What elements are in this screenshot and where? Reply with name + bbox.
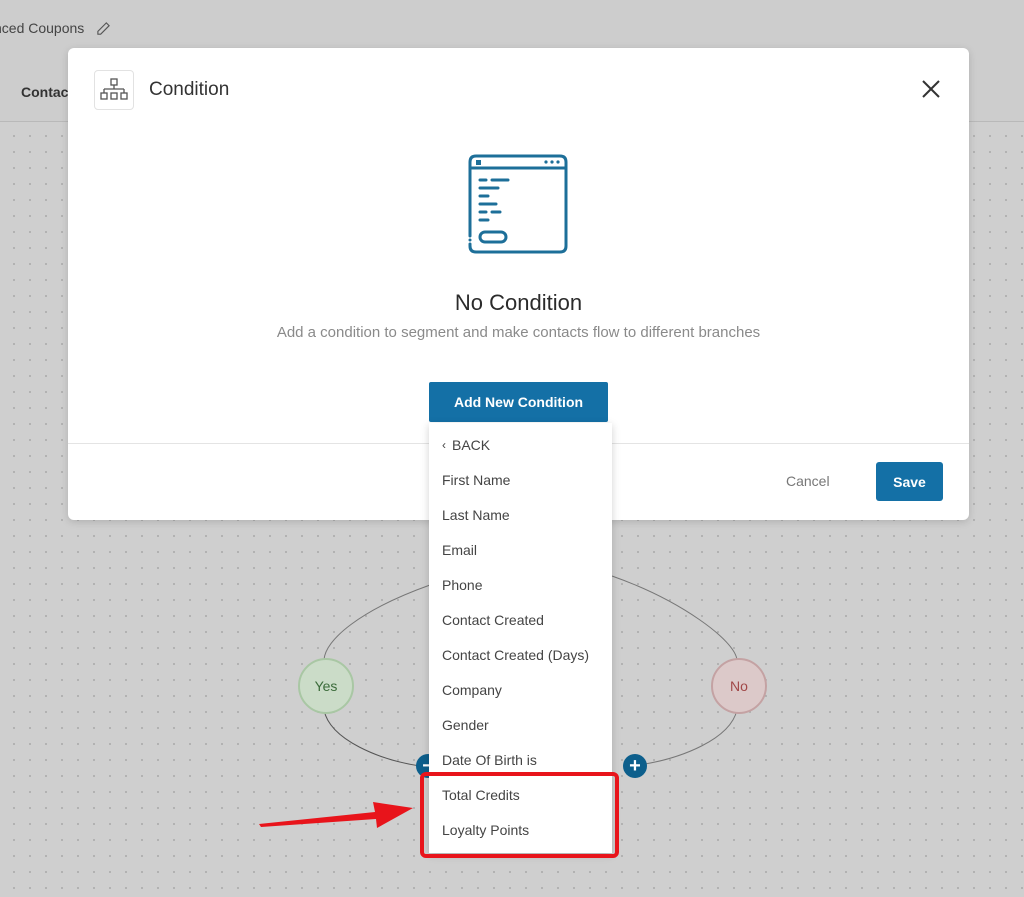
annotation-highlight-box: [420, 772, 619, 858]
dropdown-item-gender[interactable]: Gender: [442, 717, 489, 733]
connector-yes-bottom: [323, 709, 421, 767]
back-button[interactable]: ‹ BACK: [442, 437, 490, 453]
red-arrow-icon: [259, 802, 413, 828]
hierarchy-icon: [94, 70, 134, 110]
connector-no-top: [611, 575, 738, 661]
no-branch-node[interactable]: No: [711, 658, 767, 714]
no-label: No: [730, 678, 748, 694]
back-label: BACK: [452, 437, 491, 453]
dropdown-item-email[interactable]: Email: [442, 542, 477, 558]
add-new-condition-button[interactable]: Add New Condition: [429, 382, 608, 422]
dropdown-item-phone[interactable]: Phone: [442, 577, 482, 593]
modal-title: Condition: [149, 79, 230, 100]
dropdown-item-last-name[interactable]: Last Name: [442, 507, 510, 523]
dropdown-item-contact-created-days[interactable]: Contact Created (Days): [442, 647, 589, 663]
plus-icon[interactable]: +: [623, 754, 647, 778]
connector-yes-top: [323, 584, 431, 661]
chevron-left-icon: ‹: [442, 438, 446, 452]
cancel-button[interactable]: Cancel: [780, 472, 836, 490]
dropdown-item-date-of-birth[interactable]: Date Of Birth is: [442, 752, 537, 768]
save-button[interactable]: Save: [876, 462, 943, 501]
dropdown-item-first-name[interactable]: First Name: [442, 472, 510, 488]
yes-branch-node[interactable]: Yes: [298, 658, 354, 714]
dropdown-item-contact-created[interactable]: Contact Created: [442, 612, 544, 628]
yes-label: Yes: [314, 678, 338, 694]
empty-state-title: No Condition: [454, 290, 583, 315]
connector-no-bottom: [644, 709, 738, 765]
dropdown-item-company[interactable]: Company: [442, 682, 502, 698]
close-icon[interactable]: [920, 78, 942, 100]
empty-state-subtitle: Add a condition to segment and make cont…: [276, 324, 761, 341]
browser-window-list-icon: [468, 154, 568, 254]
